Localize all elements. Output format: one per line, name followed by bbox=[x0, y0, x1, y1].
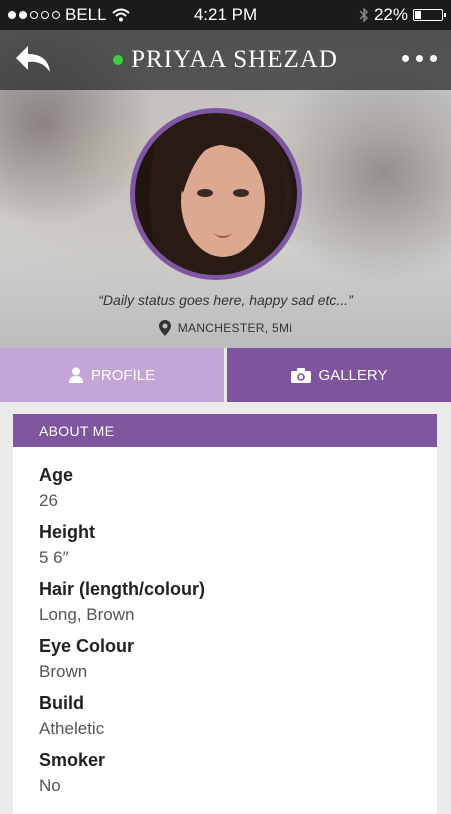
battery-icon bbox=[413, 9, 446, 21]
avatar[interactable] bbox=[130, 108, 302, 280]
location-row: MANCHESTER, 5Mi bbox=[0, 320, 451, 336]
more-dot-icon bbox=[416, 55, 423, 62]
carrier-label: BELL bbox=[65, 5, 107, 24]
tab-gallery[interactable]: GALLERY bbox=[227, 348, 451, 402]
camera-icon bbox=[290, 367, 311, 383]
nav-bar: PRIYAA SHEZAD bbox=[0, 30, 451, 90]
field-smoker-label: Smoker bbox=[39, 750, 106, 770]
about-header: ABOUT ME bbox=[13, 414, 437, 447]
profile-name: PRIYAA SHEZAD bbox=[131, 46, 338, 73]
battery-percent: 22% bbox=[373, 5, 408, 24]
field-hair-label: Hair (length/colour) bbox=[39, 579, 205, 599]
field-age-value: 26 bbox=[39, 491, 58, 510]
profile-header: PRIYAA SHEZAD “Daily status goes here, h… bbox=[0, 30, 451, 348]
field-hair-value: Long, Brown bbox=[39, 605, 135, 624]
profile-tabs: PROFILE GALLERY bbox=[0, 348, 451, 402]
more-dot-icon bbox=[402, 55, 409, 62]
field-build-label: Build bbox=[39, 693, 84, 713]
location-label: MANCHESTER, 5Mi bbox=[177, 321, 293, 335]
bluetooth-icon bbox=[359, 7, 369, 23]
field-age-label: Age bbox=[39, 465, 74, 485]
status-right: 22% bbox=[359, 5, 446, 25]
person-icon bbox=[68, 367, 83, 383]
signal-strength-icon bbox=[8, 11, 60, 19]
field-eye-colour-value: Brown bbox=[39, 662, 88, 681]
more-dot-icon bbox=[430, 55, 437, 62]
field-smoker-value: No bbox=[39, 776, 61, 795]
field-eye-colour-label: Eye Colour bbox=[39, 636, 135, 656]
status-message: “Daily status goes here, happy sad etc..… bbox=[98, 292, 353, 308]
location-pin-icon bbox=[158, 320, 171, 336]
tab-profile[interactable]: PROFILE bbox=[0, 348, 224, 402]
title-wrap: PRIYAA SHEZAD bbox=[0, 30, 451, 90]
tab-gallery-label: GALLERY bbox=[318, 366, 388, 384]
status-bar: BELL 4:21 PM 22% bbox=[0, 0, 451, 30]
about-fields: Age 26 Height 5 6″ Hair (length/colour) … bbox=[13, 447, 437, 799]
avatar-portrait-icon bbox=[149, 117, 286, 275]
about-card: ABOUT ME Age 26 Height 5 6″ Hair (length… bbox=[13, 414, 437, 814]
status-left: BELL bbox=[8, 5, 130, 25]
battery-level bbox=[415, 11, 422, 19]
tab-profile-label: PROFILE bbox=[90, 366, 156, 384]
online-status-dot bbox=[113, 55, 124, 65]
wifi-icon bbox=[111, 8, 130, 22]
more-options-button[interactable] bbox=[402, 55, 437, 62]
field-height-value: 5 6″ bbox=[39, 548, 69, 567]
field-build-value: Atheletic bbox=[39, 719, 105, 738]
field-height-label: Height bbox=[39, 522, 95, 542]
